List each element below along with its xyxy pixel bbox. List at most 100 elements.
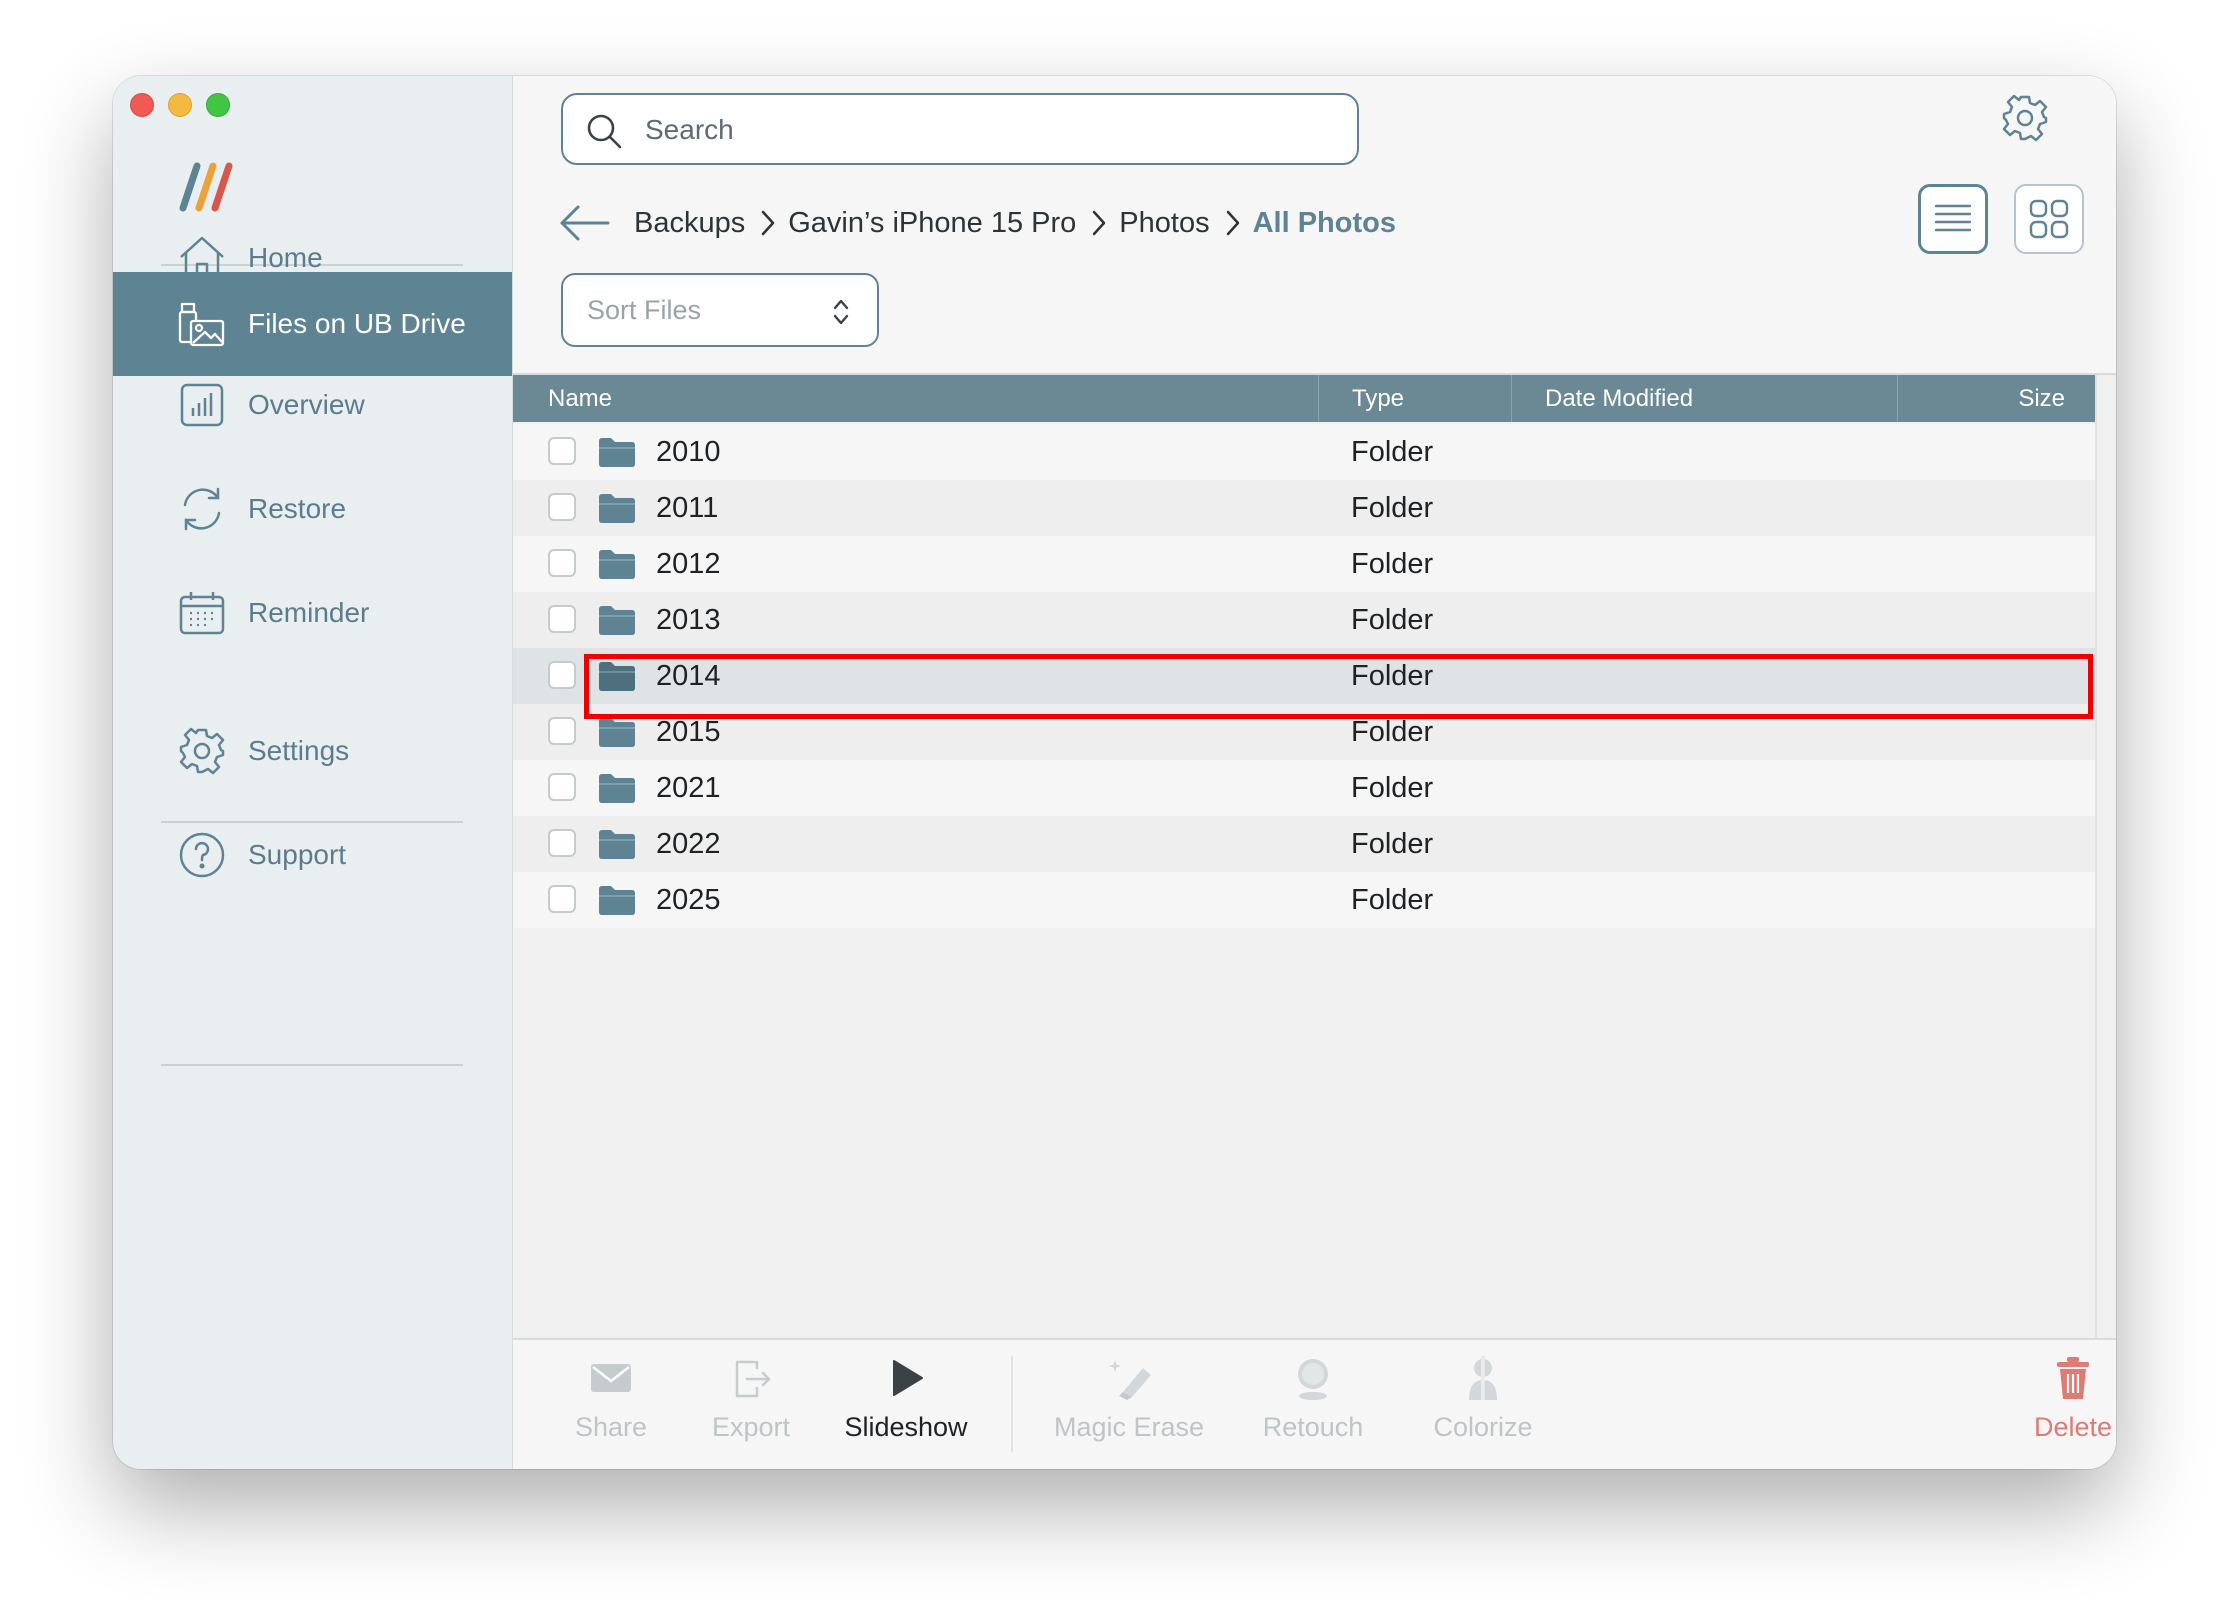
app-window: Home Files on UB Drive Overview Restore … <box>113 76 2116 1469</box>
colorize-portrait-icon <box>1469 1356 1497 1400</box>
folder-icon <box>599 606 635 635</box>
export-icon <box>735 1360 771 1398</box>
chevron-right-icon <box>761 210 775 236</box>
trash-icon <box>2057 1357 2089 1399</box>
magic-erase-label: Magic Erase <box>1053 1412 1205 1442</box>
share-button[interactable]: Share <box>541 1354 681 1454</box>
column-header-size[interactable]: Size <box>1897 375 2095 422</box>
row-checkbox[interactable] <box>548 549 576 577</box>
row-checkbox[interactable] <box>548 829 576 857</box>
retouch-button[interactable]: Retouch <box>1233 1354 1393 1454</box>
slideshow-button[interactable]: Slideshow <box>821 1354 991 1454</box>
list-view-icon <box>1934 204 1972 232</box>
share-label: Share <box>574 1412 648 1442</box>
table-header: Name Type Date Modified Size <box>513 375 2095 422</box>
folder-icon <box>599 438 635 467</box>
row-name: 2013 <box>656 604 721 636</box>
table-row-selected[interactable]: 2014 Folder <box>513 648 2095 704</box>
eraser-sparkle-icon <box>1109 1360 1151 1400</box>
breadcrumb: Backups Gavin’s iPhone 15 Pro Photos All… <box>558 198 1396 248</box>
sidebar-divider <box>161 1064 463 1066</box>
list-view-button[interactable] <box>1918 184 1988 254</box>
row-name: 2010 <box>656 436 721 468</box>
sort-files-dropdown[interactable]: Sort Files <box>561 273 879 347</box>
file-table: Name Type Date Modified Size 2010 Folder… <box>513 373 2116 1340</box>
row-checkbox[interactable] <box>548 661 576 689</box>
grid-view-icon <box>2029 199 2069 239</box>
retouch-face-icon <box>1298 1359 1328 1400</box>
column-header-name[interactable]: Name <box>513 375 1318 422</box>
row-name: 2014 <box>656 660 721 692</box>
grid-view-button[interactable] <box>2014 184 2084 254</box>
export-button[interactable]: Export <box>681 1354 821 1454</box>
table-row[interactable]: 2012 Folder <box>513 536 2095 592</box>
folder-icon <box>599 886 635 915</box>
window-maximize-button[interactable] <box>206 93 230 117</box>
magic-erase-button[interactable]: Magic Erase <box>1029 1354 1229 1454</box>
row-checkbox[interactable] <box>548 493 576 521</box>
sidebar: Home Files on UB Drive Overview Restore … <box>113 76 513 1469</box>
table-row[interactable]: 2010 Folder <box>513 424 2095 480</box>
toolbar-divider <box>1011 1356 1013 1452</box>
row-type: Folder <box>1351 884 1434 916</box>
scrollbar[interactable] <box>2095 375 2097 1340</box>
window-close-button[interactable] <box>130 93 154 117</box>
folder-icon <box>599 662 635 691</box>
row-checkbox[interactable] <box>548 885 576 913</box>
sidebar-item-support[interactable]: Support <box>113 803 512 907</box>
bottom-toolbar: Share Export Slideshow Magic Erase Retou… <box>513 1338 2116 1469</box>
row-checkbox[interactable] <box>548 605 576 633</box>
table-row[interactable]: 2022 Folder <box>513 816 2095 872</box>
row-type: Folder <box>1351 772 1434 804</box>
row-name: 2025 <box>656 884 721 916</box>
column-header-type[interactable]: Type <box>1318 375 1511 422</box>
delete-button[interactable]: Delete <box>2013 1354 2116 1454</box>
row-checkbox[interactable] <box>548 437 576 465</box>
table-row[interactable]: 2015 Folder <box>513 704 2095 760</box>
folder-icon <box>599 830 635 859</box>
play-icon <box>893 1360 923 1396</box>
slideshow-label: Slideshow <box>844 1412 968 1442</box>
colorize-button[interactable]: Colorize <box>1403 1354 1563 1454</box>
row-name: 2021 <box>656 772 721 804</box>
table-row[interactable]: 2021 Folder <box>513 760 2095 816</box>
column-header-date-modified[interactable]: Date Modified <box>1511 375 1897 422</box>
folder-icon <box>599 718 635 747</box>
row-type: Folder <box>1351 828 1434 860</box>
row-type: Folder <box>1351 492 1434 524</box>
export-label: Export <box>711 1412 791 1442</box>
back-arrow-icon[interactable] <box>558 201 612 245</box>
row-name: 2012 <box>656 548 721 580</box>
row-checkbox[interactable] <box>548 773 576 801</box>
settings-gear-icon[interactable] <box>2000 93 2050 143</box>
calendar-icon <box>179 592 225 635</box>
sidebar-item-settings[interactable]: Settings <box>113 699 512 803</box>
table-row[interactable]: 2011 Folder <box>513 480 2095 536</box>
breadcrumb-backups[interactable]: Backups <box>634 207 745 240</box>
row-name: 2015 <box>656 716 721 748</box>
up-down-chevron-icon <box>833 299 849 325</box>
folder-icon <box>599 494 635 523</box>
sidebar-item-overview[interactable]: Overview <box>113 353 512 457</box>
breadcrumb-photos[interactable]: Photos <box>1119 207 1209 240</box>
chevron-right-icon <box>1093 210 1106 236</box>
sidebar-item-label: Overview <box>248 389 365 420</box>
gear-icon <box>179 727 225 775</box>
sidebar-item-reminder[interactable]: Reminder <box>113 561 512 665</box>
row-checkbox[interactable] <box>548 717 576 745</box>
table-body: 2010 Folder 2011 Folder 2012 Folder 2013… <box>513 424 2095 928</box>
sidebar-item-label: Reminder <box>248 597 370 628</box>
search-input[interactable] <box>643 107 1327 153</box>
row-type: Folder <box>1351 436 1434 468</box>
window-minimize-button[interactable] <box>168 93 192 117</box>
envelope-icon <box>591 1364 631 1392</box>
chevron-right-icon <box>1226 210 1239 236</box>
sidebar-item-restore[interactable]: Restore <box>113 457 512 561</box>
app-logo <box>179 162 233 212</box>
folder-icon <box>599 550 635 579</box>
sidebar-item-label: Files on UB Drive <box>248 308 466 339</box>
breadcrumb-device[interactable]: Gavin’s iPhone 15 Pro <box>788 207 1076 240</box>
table-row[interactable]: 2013 Folder <box>513 592 2095 648</box>
row-name: 2022 <box>656 828 721 860</box>
table-row[interactable]: 2025 Folder <box>513 872 2095 928</box>
